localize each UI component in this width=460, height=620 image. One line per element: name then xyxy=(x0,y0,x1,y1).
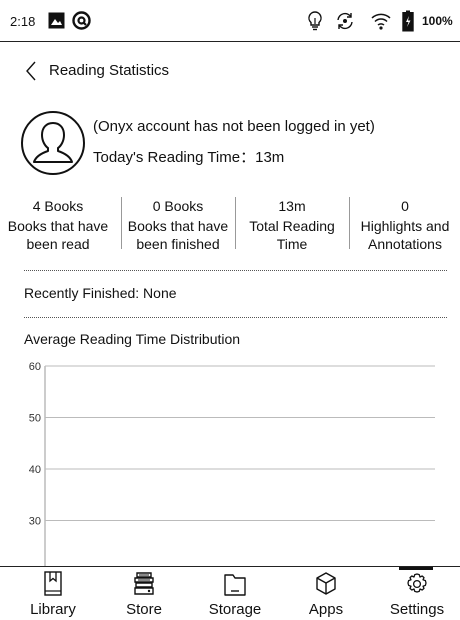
back-arrow-icon[interactable] xyxy=(24,60,38,82)
bottom-nav: Library Store Storage Apps Settings xyxy=(0,566,460,620)
stat-books-read: 4 Books Books that have been read xyxy=(1,193,115,257)
page-title: Reading Statistics xyxy=(49,62,170,79)
stat-total-reading-time: 13m Total Reading Time xyxy=(235,193,349,257)
chart-ytick-label: 60 xyxy=(29,361,41,373)
stat-label: Books that have xyxy=(7,218,109,234)
frontlight-icon xyxy=(308,11,322,31)
settings-icon xyxy=(407,573,427,593)
apps-icon xyxy=(316,572,336,595)
account-status: (Onyx account has not been logged in yet… xyxy=(93,118,375,135)
chart-canvas: 6050403020 xyxy=(29,361,435,570)
chart-ytick-label: 30 xyxy=(29,516,41,528)
stat-highlights-annotations: 0 Highlights and Annotations xyxy=(348,193,460,257)
nav-label: Settings xyxy=(389,601,445,618)
today-reading-value: 13m xyxy=(255,149,285,166)
nav-label: Storage xyxy=(208,601,262,618)
stat-label: Annotations xyxy=(368,236,442,252)
chart-title: Average Reading Time Distribution xyxy=(24,331,241,347)
stat-label: Books that have xyxy=(127,218,229,234)
stat-label: Time xyxy=(276,236,308,252)
onyx-notification-icon xyxy=(72,11,91,30)
divider xyxy=(24,317,447,318)
library-icon xyxy=(44,571,62,596)
sync-icon xyxy=(337,12,353,30)
nav-label: Store xyxy=(126,601,162,618)
today-reading-time: Today's Reading Time：13m xyxy=(93,146,284,167)
storage-icon xyxy=(224,574,246,596)
stat-value: 13m xyxy=(278,198,306,214)
stats-row: 4 Books Books that have been read 0 Book… xyxy=(0,193,460,257)
stat-label: been finished xyxy=(136,236,220,252)
status-bar: 2:18 100% xyxy=(0,0,460,42)
page-header: Reading Statistics xyxy=(0,54,460,88)
battery-icon xyxy=(402,10,414,32)
nav-store[interactable]: Store xyxy=(98,567,190,620)
nav-label: Apps xyxy=(308,601,344,618)
wifi-icon xyxy=(371,13,391,30)
nav-label: Library xyxy=(30,601,76,618)
nav-settings[interactable]: Settings xyxy=(371,567,460,620)
reading-time-chart: 6050403020 xyxy=(0,355,460,570)
stat-label: been read xyxy=(26,236,90,252)
store-icon xyxy=(134,572,154,595)
image-notification-icon xyxy=(48,12,65,29)
nav-apps[interactable]: Apps xyxy=(280,567,372,620)
chart-ytick-label: 50 xyxy=(29,413,41,425)
recently-finished[interactable]: Recently Finished: None xyxy=(24,285,177,301)
today-reading-label: Today's Reading Time： xyxy=(93,149,256,166)
stat-value: 0 Books xyxy=(152,198,204,214)
stat-books-finished: 0 Books Books that have been finished xyxy=(121,193,235,257)
nav-library[interactable]: Library xyxy=(7,567,99,620)
stat-label: Highlights and xyxy=(360,218,450,234)
status-time: 2:18 xyxy=(10,14,36,29)
stat-value: 0 xyxy=(401,198,409,214)
chart-ytick-label: 40 xyxy=(29,464,41,476)
nav-storage[interactable]: Storage xyxy=(189,567,281,620)
avatar-icon[interactable] xyxy=(20,110,86,176)
battery-percentage: 100% xyxy=(422,14,453,28)
divider xyxy=(24,270,447,271)
stat-label: Total Reading xyxy=(249,218,335,234)
stat-value: 4 Books xyxy=(32,198,84,214)
